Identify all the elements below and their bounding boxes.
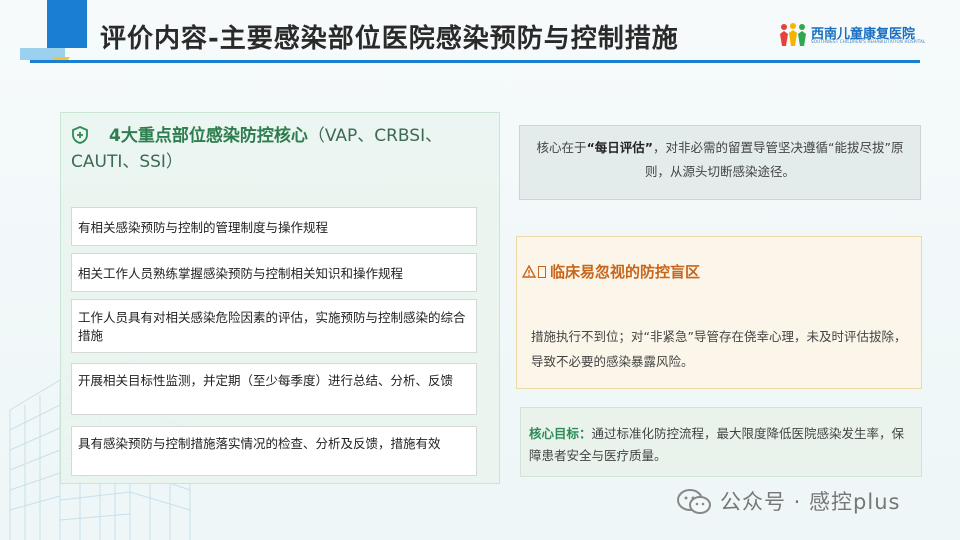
- core-prefix: 核心在于: [536, 140, 587, 155]
- core-highlight: “每日评估”: [586, 140, 653, 155]
- list-item: 具有感染预防与控制措施落实情况的检查、分析及反馈，措施有效: [71, 426, 477, 476]
- wechat-icon: [677, 489, 711, 514]
- shield-icon: [72, 126, 88, 144]
- core-goal-box: 核心目标：通过标准化防控流程，最大限度降低医院感染发生率，保障患者安全与医疗质量…: [520, 407, 922, 477]
- slide: 评价内容-主要感染部位医院感染预防与控制措施 西南儿童康复医院 SOUTHWES…: [0, 0, 960, 540]
- warning-title-text: 临床易忽视的防控盲区: [550, 263, 701, 281]
- warning-title: 临床易忽视的防控盲区: [522, 261, 700, 282]
- list-item: 工作人员具有对相关感染危险因素的评估，实施预防与控制感染的综合措施: [71, 299, 477, 353]
- logo-figures-icon: [780, 23, 806, 46]
- warning-icon: [522, 265, 536, 278]
- logo-subtitle: SOUTHWEST CHILDREN'S REHABILITATION HOSP…: [811, 39, 926, 44]
- panel-header: 4大重点部位感染防控核心（VAP、CRBSI、CAUTI、SSI）: [71, 123, 491, 175]
- list-item: 有相关感染预防与控制的管理制度与操作规程: [71, 207, 477, 246]
- goal-label: 核心目标：: [529, 426, 592, 441]
- blind-spot-box: 临床易忽视的防控盲区 措施执行不到位；对“非紧急”导管存在侥幸心理，未及时评估拔…: [516, 236, 922, 389]
- core-suffix: ，对非必需的留置导管坚决遵循“能拔尽拔”原则，从源头切断感染途径。: [644, 140, 904, 179]
- hospital-logo: 西南儿童康复医院 SOUTHWEST CHILDREN'S REHABILITA…: [778, 22, 925, 50]
- list-item: 开展相关目标性监测，并定期（至少每季度）进行总结、分析、反馈: [71, 363, 477, 415]
- title-underline: [30, 60, 920, 63]
- page-title: 评价内容-主要感染部位医院感染预防与控制措施: [100, 24, 679, 54]
- warning-body: 措施执行不到位；对“非紧急”导管存在侥幸心理，未及时评估拔除，导致不必要的感染暴…: [531, 329, 907, 369]
- watermark-text: 公众号 · 感控plus: [720, 490, 901, 514]
- panel-header-core: 4大重点部位感染防控核心: [109, 126, 308, 146]
- title-accent-block: [47, 0, 87, 48]
- list-item: 相关工作人员熟练掌握感染预防与控制相关知识和操作规程: [71, 253, 477, 292]
- core-principle-box: 核心在于“每日评估”，对非必需的留置导管坚决遵循“能拔尽拔”原则，从源头切断感染…: [519, 125, 921, 200]
- missing-glyph-icon: [538, 266, 546, 278]
